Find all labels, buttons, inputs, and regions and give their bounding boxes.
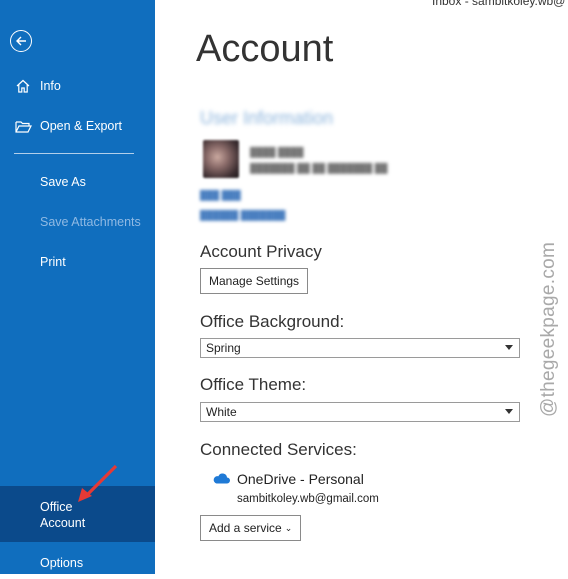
watermark-text: @thegeekpage.com: [538, 241, 559, 417]
sidebar-divider: [14, 153, 134, 154]
back-button[interactable]: [10, 30, 32, 52]
sidebar-item-label: Print: [40, 255, 66, 269]
dropdown-caret-icon: [505, 409, 513, 414]
avatar: [203, 140, 239, 178]
manage-settings-button[interactable]: Manage Settings: [200, 268, 309, 294]
user-information-heading: User Information: [200, 108, 334, 128]
sidebar-item-label: Info: [40, 79, 61, 93]
sidebar-item-save-as[interactable]: Save As: [0, 166, 155, 198]
dropdown-caret-icon: [505, 345, 513, 350]
user-name-blurred: ████ ████: [250, 147, 304, 157]
window-title-text: Inbox - sambitkoley.wb@: [432, 0, 566, 8]
sign-out-link[interactable]: ███ ███: [200, 190, 241, 200]
sidebar-item-label: Open & Export: [40, 119, 122, 133]
switch-account-link[interactable]: ██████ ███████: [200, 210, 285, 220]
sidebar-item-open-export[interactable]: Open & Export: [0, 110, 155, 142]
office-theme-heading: Office Theme:: [200, 375, 307, 394]
home-icon: [14, 77, 32, 95]
office-background-value: Spring: [206, 341, 241, 355]
onedrive-service-email: sambitkoley.wb@gmail.com: [237, 493, 379, 505]
chevron-down-icon: ⌄: [284, 522, 293, 533]
sidebar-item-options[interactable]: Options: [0, 547, 155, 579]
office-background-heading: Office Background:: [200, 312, 345, 331]
office-theme-select[interactable]: White: [200, 402, 520, 422]
onedrive-service-name: OneDrive - Personal: [237, 471, 364, 487]
sidebar-item-save-attachments: Save Attachments: [0, 206, 155, 238]
sidebar-item-label: Save As: [40, 175, 86, 189]
backstage-sidebar: Info Open & Export Save As Save Attachme…: [0, 0, 155, 574]
onedrive-cloud-icon: [213, 473, 230, 484]
sidebar-item-print[interactable]: Print: [0, 246, 155, 278]
add-service-label: Add a service: [209, 521, 282, 535]
sidebar-item-label: Save Attachments: [40, 215, 141, 229]
account-privacy-heading: Account Privacy: [200, 242, 322, 261]
office-theme-value: White: [206, 405, 237, 419]
back-arrow-icon: [16, 36, 26, 46]
sidebar-item-info[interactable]: Info: [0, 70, 155, 102]
add-service-button[interactable]: Add a service ⌄: [200, 515, 302, 541]
connected-services-heading: Connected Services:: [200, 440, 357, 459]
page-title: Account: [196, 28, 334, 70]
sidebar-item-label: Options: [40, 556, 84, 570]
user-email-blurred: ███████ ██ ██ ███████ ██: [250, 163, 388, 173]
office-background-select[interactable]: Spring: [200, 338, 520, 358]
annotation-arrow-icon: [78, 464, 118, 502]
folder-open-icon: [14, 117, 32, 135]
